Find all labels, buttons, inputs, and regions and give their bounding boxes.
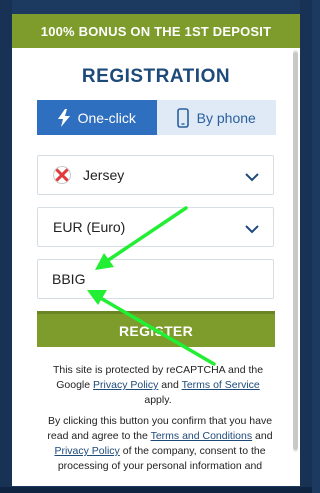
tab-by-phone[interactable]: By phone [156, 100, 276, 135]
country-select[interactable]: Jersey [37, 155, 274, 195]
tab-one-click-label: One-click [77, 109, 136, 126]
register-button[interactable]: REGISTER [37, 311, 275, 347]
phone-icon [176, 107, 189, 128]
background-right-panel [300, 0, 312, 493]
lightning-icon [57, 108, 70, 127]
registration-modal: 100% BONUS ON THE 1ST DEPOSIT REGISTRATI… [12, 14, 300, 486]
consent-and: and [252, 430, 273, 442]
page-title: REGISTRATION [81, 66, 231, 87]
currency-value: EUR (Euro) [53, 219, 126, 235]
chevron-down-icon [245, 169, 259, 185]
registration-tabs: One-click By phone [37, 100, 276, 135]
recaptcha-and: and [158, 379, 182, 391]
privacy-policy-link[interactable]: Privacy Policy [93, 379, 158, 391]
tab-one-click[interactable]: One-click [37, 100, 157, 135]
modal-scrollbar[interactable] [293, 50, 298, 452]
country-value: Jersey [83, 167, 125, 183]
currency-select[interactable]: EUR (Euro) [37, 207, 274, 247]
consent-notice: By clicking this button you confirm that… [38, 414, 282, 474]
promo-code-value: BBIG [52, 271, 86, 287]
background-bottom-strip [0, 487, 312, 493]
bonus-banner: 100% BONUS ON THE 1ST DEPOSIT [12, 14, 300, 48]
jersey-flag-icon [53, 166, 71, 184]
chevron-down-icon [245, 221, 259, 237]
background-left-panel [0, 0, 12, 493]
recaptcha-notice: This site is protected by reCAPTCHA and … [42, 363, 274, 408]
promo-code-input[interactable]: BBIG [37, 259, 274, 299]
scrollbar-thumb[interactable] [293, 52, 298, 450]
recaptcha-apply: apply. [144, 394, 172, 406]
tab-by-phone-label: By phone [196, 109, 256, 126]
terms-of-service-link[interactable]: Terms of Service [182, 379, 260, 391]
privacy-policy-link[interactable]: Privacy Policy [54, 445, 119, 457]
terms-and-conditions-link[interactable]: Terms and Conditions [151, 430, 253, 442]
